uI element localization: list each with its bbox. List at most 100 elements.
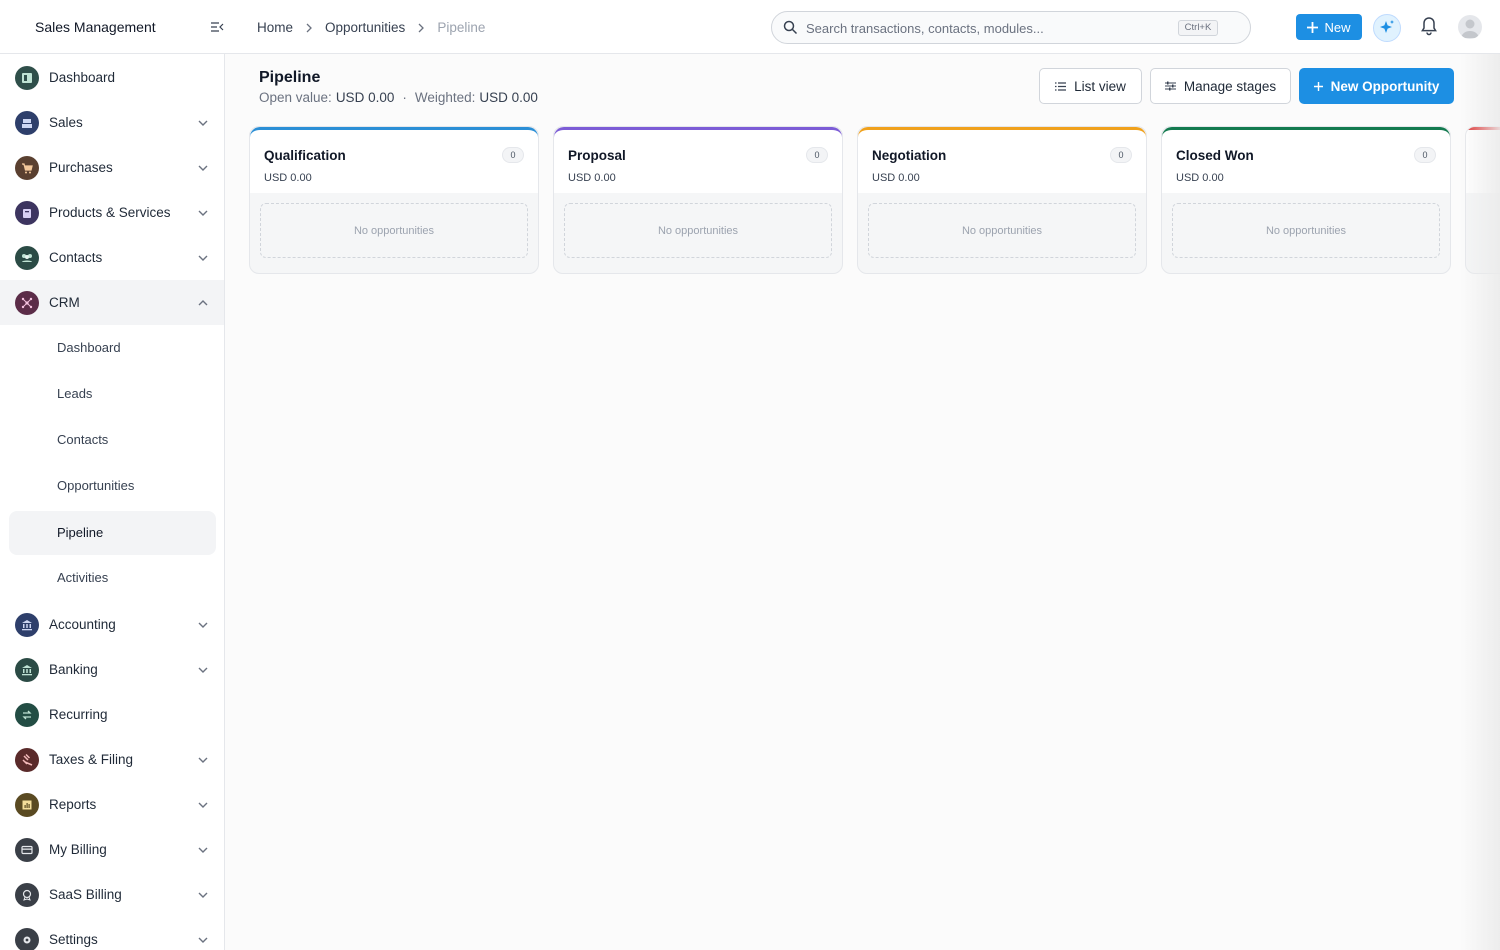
sidebar-item-purchases[interactable]: Purchases xyxy=(0,145,224,190)
stage-header: Qualification 0 USD 0.00 xyxy=(250,127,538,193)
stage-amount: USD 0.00 xyxy=(872,172,920,184)
stage-header xyxy=(1466,127,1500,193)
chevron-down-icon xyxy=(198,847,208,853)
stage-amount: USD 0.00 xyxy=(568,172,616,184)
box-icon xyxy=(15,200,39,225)
global-search[interactable]: Ctrl+K xyxy=(771,11,1251,44)
pipeline-summary: Open value: USD 0.00 · Weighted: USD 0.0… xyxy=(259,90,538,105)
open-value: USD 0.00 xyxy=(335,90,395,105)
stage-header: Negotiation 0 USD 0.00 xyxy=(858,127,1146,193)
sidebar-item-label: Recurring xyxy=(49,707,108,722)
badge-icon xyxy=(15,882,39,907)
sidebar-item-my-billing[interactable]: My Billing xyxy=(0,827,224,872)
sidebar-subitem-opportunities[interactable]: Opportunities xyxy=(9,464,216,508)
chevron-down-icon xyxy=(198,255,208,261)
cart-icon xyxy=(15,155,39,180)
people-icon xyxy=(15,245,39,270)
notifications-icon[interactable] xyxy=(1420,16,1438,41)
new-button[interactable]: New xyxy=(1296,14,1362,40)
user-avatar[interactable] xyxy=(1458,15,1482,39)
stage-empty-state: No opportunities xyxy=(868,203,1136,258)
sidebar-item-saas-billing[interactable]: SaaS Billing xyxy=(0,872,224,917)
breadcrumb-home[interactable]: Home xyxy=(257,20,293,35)
new-button-label: New xyxy=(1324,19,1351,35)
manage-stages-button[interactable]: Manage stages xyxy=(1150,68,1291,104)
chevron-down-icon xyxy=(198,120,208,126)
plus-icon xyxy=(1313,81,1323,91)
sidebar-subitem-label: Leads xyxy=(57,386,93,401)
list-icon xyxy=(1055,81,1067,91)
main-content: Pipeline Open value: USD 0.00 · Weighted… xyxy=(225,54,1500,950)
sidebar-item-reports[interactable]: Reports xyxy=(0,782,224,827)
list-view-button[interactable]: List view xyxy=(1039,68,1142,104)
sidebar-item-products-services[interactable]: Products & Services xyxy=(0,190,224,235)
stage-amount: USD 0.00 xyxy=(264,172,312,184)
weighted-label: Weighted: xyxy=(414,90,476,105)
sidebar-item-settings[interactable]: Settings xyxy=(0,917,224,950)
sidebar-item-label: Products & Services xyxy=(49,205,171,220)
sidebar: Dashboard Sales Purchases Products & Ser… xyxy=(0,54,225,950)
chevron-down-icon xyxy=(198,165,208,171)
ai-assistant-button[interactable] xyxy=(1373,14,1401,42)
sidebar-subitem-crm-contacts[interactable]: Contacts xyxy=(9,418,216,462)
sparkle-icon xyxy=(1380,20,1394,33)
chevron-down-icon xyxy=(198,667,208,673)
network-icon xyxy=(15,290,39,315)
chevron-right-icon xyxy=(418,23,425,32)
summary-separator: · xyxy=(402,90,407,105)
sidebar-subitem-label: Pipeline xyxy=(57,525,104,540)
sidebar-item-label: Contacts xyxy=(49,250,103,265)
search-icon xyxy=(783,20,798,35)
sidebar-subitem-leads[interactable]: Leads xyxy=(9,372,216,416)
breadcrumb: Home Opportunities Pipeline xyxy=(257,20,485,35)
stage-name: Closed Won xyxy=(1176,148,1254,163)
sidebar-subitem-label: Contacts xyxy=(57,432,109,447)
stage-count-badge: 0 xyxy=(1110,147,1132,163)
stage-column-partial xyxy=(1465,126,1500,274)
search-input[interactable] xyxy=(806,19,1176,37)
stage-column-qualification: Qualification 0 USD 0.00 No opportunitie… xyxy=(249,126,539,274)
stage-name: Qualification xyxy=(264,148,346,163)
sidebar-item-dashboard[interactable]: Dashboard xyxy=(0,55,224,100)
credit-card-icon xyxy=(15,837,39,862)
sidebar-item-banking[interactable]: Banking xyxy=(0,647,224,692)
stage-count-badge: 0 xyxy=(502,147,524,163)
sidebar-item-label: CRM xyxy=(49,295,80,310)
stage-count-badge: 0 xyxy=(806,147,828,163)
stage-column-negotiation: Negotiation 0 USD 0.00 No opportunities xyxy=(857,126,1147,274)
breadcrumb-opportunities[interactable]: Opportunities xyxy=(325,20,405,35)
sidebar-item-taxes-filing[interactable]: Taxes & Filing xyxy=(0,737,224,782)
sidebar-subitem-activities[interactable]: Activities xyxy=(9,556,216,600)
stage-name: Proposal xyxy=(568,148,626,163)
collapse-sidebar-icon[interactable] xyxy=(210,20,224,34)
sidebar-subitem-pipeline[interactable]: Pipeline xyxy=(9,511,216,555)
sidebar-item-label: Taxes & Filing xyxy=(49,752,134,767)
sidebar-item-label: My Billing xyxy=(49,842,107,857)
sidebar-subitem-label: Opportunities xyxy=(57,478,135,493)
sidebar-item-crm[interactable]: CRM xyxy=(0,280,224,325)
plus-icon xyxy=(1307,21,1319,33)
chevron-down-icon xyxy=(198,757,208,763)
new-opportunity-button[interactable]: New Opportunity xyxy=(1299,68,1454,104)
chevron-right-icon xyxy=(306,23,312,32)
sidebar-subitem-label: Activities xyxy=(57,570,109,585)
breadcrumb-current: Pipeline xyxy=(437,20,486,35)
chevron-up-icon xyxy=(198,299,208,305)
bank-icon xyxy=(15,657,39,682)
sidebar-item-label: Reports xyxy=(49,797,97,812)
stage-column-proposal: Proposal 0 USD 0.00 No opportunities xyxy=(553,126,843,274)
report-icon xyxy=(15,792,39,817)
sidebar-item-recurring[interactable]: Recurring xyxy=(0,692,224,737)
sidebar-subitem-crm-dashboard[interactable]: Dashboard xyxy=(9,326,216,370)
sliders-icon xyxy=(1164,81,1176,91)
stage-column-closed-won: Closed Won 0 USD 0.00 No opportunities xyxy=(1161,126,1451,274)
manage-stages-label: Manage stages xyxy=(1183,78,1277,94)
stage-amount: USD 0.00 xyxy=(1176,172,1224,184)
sidebar-item-accounting[interactable]: Accounting xyxy=(0,602,224,647)
chevron-down-icon xyxy=(198,802,208,808)
chevron-down-icon xyxy=(198,622,208,628)
sidebar-item-sales[interactable]: Sales xyxy=(0,100,224,145)
sidebar-item-label: Sales xyxy=(49,115,83,130)
sidebar-item-contacts[interactable]: Contacts xyxy=(0,235,224,280)
sidebar-item-label: Banking xyxy=(49,662,98,677)
